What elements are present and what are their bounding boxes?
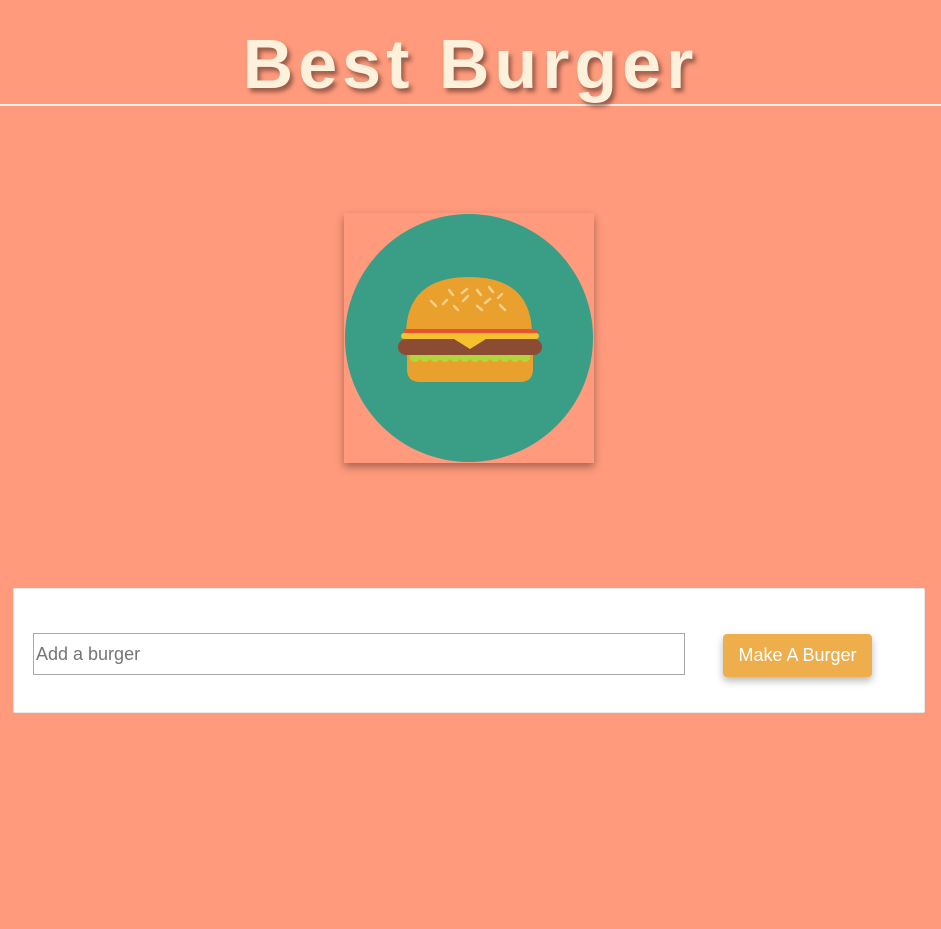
burger-icon [345,214,593,462]
burger-logo [344,213,594,463]
cheese-layer [401,333,539,339]
page-header: Best Burger [0,0,941,106]
burger-name-input[interactable] [33,633,685,675]
page-title: Best Burger [242,25,699,103]
add-burger-form: Make A Burger [13,588,925,713]
make-burger-button[interactable]: Make A Burger [723,634,872,677]
